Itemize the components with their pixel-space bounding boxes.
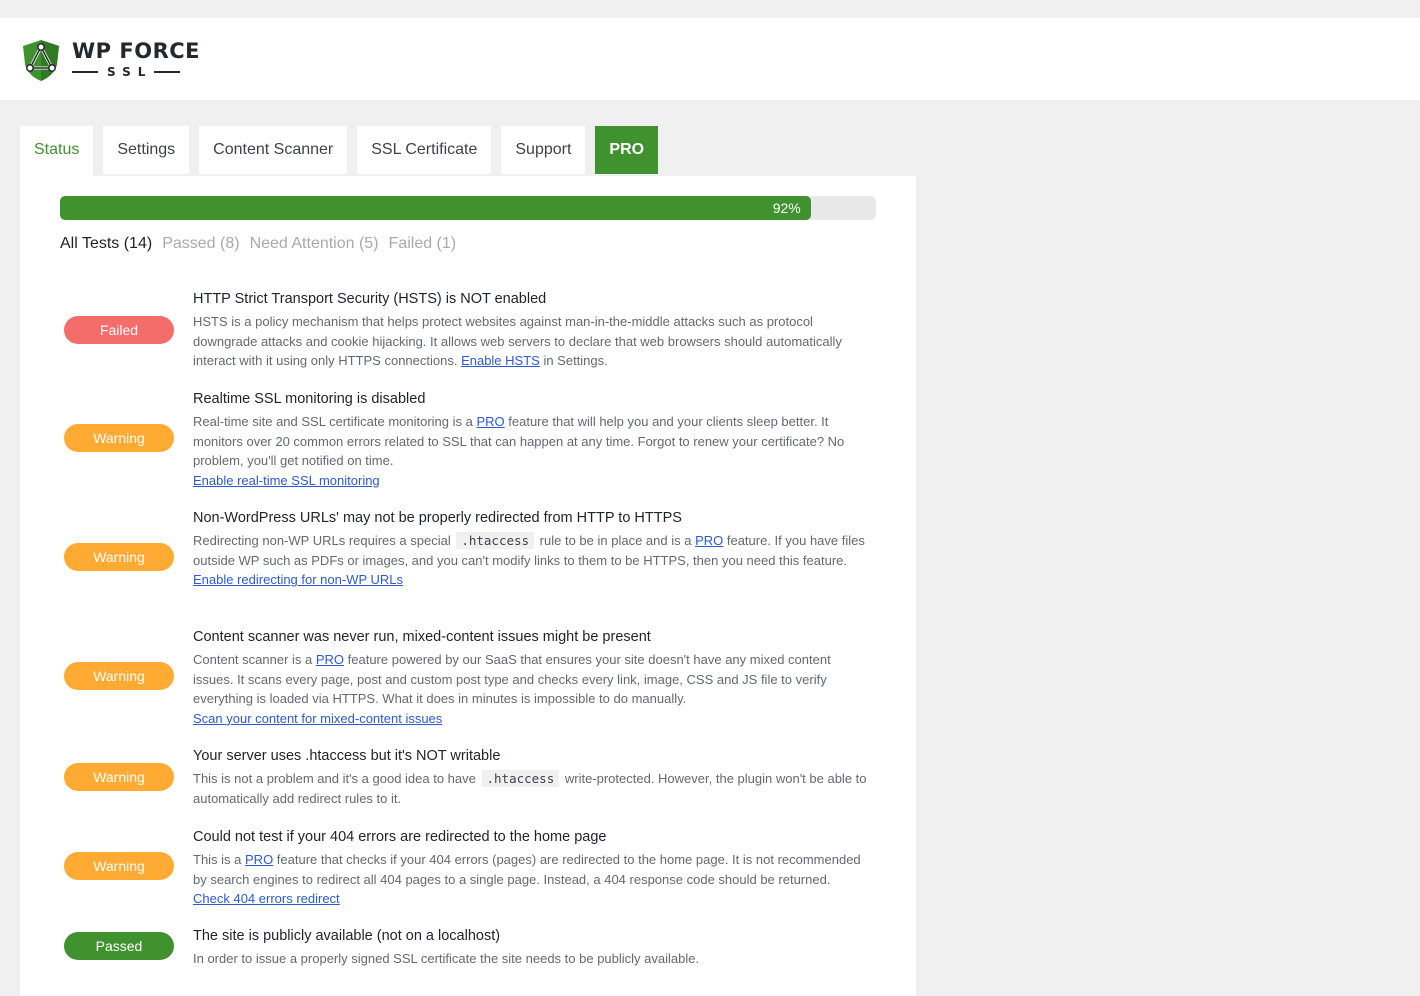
htaccess-code: .htaccess [481,770,560,787]
desc-text: This is not a problem and it's a good id… [193,771,480,786]
test-row-content-scanner: Warning Content scanner was never run, m… [20,628,916,728]
test-title: Realtime SSL monitoring is disabled [193,391,426,407]
tab-pro[interactable]: PRO [595,126,659,174]
test-description: In order to issue a properly signed SSL … [193,951,700,966]
tab-content-scanner[interactable]: Content Scanner [199,126,348,174]
pro-link[interactable]: PRO [245,852,273,867]
test-description: Content scanner is a PRO feature powered… [193,650,873,709]
status-panel: 92% All Tests (14) Passed (8) Need Atten… [20,176,916,996]
enable-non-wp-redirect-link[interactable]: Enable redirecting for non-WP URLs [193,570,873,590]
desc-text: feature that checks if your 404 errors (… [193,852,861,887]
test-row-publicly-available: Passed The site is publicly available (n… [20,927,916,971]
status-badge: Failed [64,316,174,344]
test-row-404-redirect: Warning Could not test if your 404 error… [20,828,916,908]
progress-fill: 92% [60,196,811,220]
test-title: Your server uses .htaccess but it's NOT … [193,748,501,764]
filter-passed[interactable]: Passed (8) [162,234,239,254]
progress-label: 92% [772,200,801,216]
tab-ssl-certificate[interactable]: SSL Certificate [357,126,492,174]
enable-hsts-link[interactable]: Enable HSTS [461,353,540,368]
status-badge: Warning [64,543,174,571]
score-progress-bar: 92% [60,196,876,220]
plugin-header: WP FORCE SSL [0,18,1420,100]
tab-settings[interactable]: Settings [103,126,190,174]
desc-text: Redirecting non-WP URLs requires a speci… [193,533,455,548]
test-description: HSTS is a policy mechanism that helps pr… [193,312,873,371]
test-title: Could not test if your 404 errors are re… [193,829,607,845]
test-description: Redirecting non-WP URLs requires a speci… [193,531,873,570]
main-tabs: Status Settings Content Scanner SSL Cert… [20,126,668,176]
check-404-redirect-link[interactable]: Check 404 errors redirect [193,889,873,909]
logo-divider-right [154,70,181,73]
test-description: This is not a problem and it's a good id… [193,769,873,808]
pro-link[interactable]: PRO [316,652,344,667]
test-row-htaccess-writable: Warning Your server uses .htaccess but i… [20,747,916,807]
test-filters: All Tests (14) Passed (8) Need Attention… [60,234,466,254]
status-badge: Warning [64,424,174,452]
status-badge: Warning [64,852,174,880]
status-badge: Passed [64,932,174,960]
enable-ssl-monitoring-link[interactable]: Enable real-time SSL monitoring [193,471,873,491]
tab-support[interactable]: Support [501,126,586,174]
filter-failed[interactable]: Failed (1) [389,234,457,254]
filter-need-attention[interactable]: Need Attention (5) [250,234,379,254]
pro-link[interactable]: PRO [476,414,504,429]
wp-force-ssl-logo: WP FORCE SSL [20,38,200,82]
test-row-hsts: Failed HTTP Strict Transport Security (H… [20,290,916,370]
desc-text: rule to be in place and is a [536,533,696,548]
test-title: The site is publicly available (not on a… [193,928,501,944]
pro-link[interactable]: PRO [695,533,723,548]
desc-text: Real-time site and SSL certificate monit… [193,414,477,429]
logo-divider-left [72,70,98,73]
htaccess-code: .htaccess [456,532,535,549]
test-description: This is a PRO feature that checks if you… [193,850,873,889]
test-row-non-wp-redirect: Warning Non-WordPress URLs' may not be p… [20,509,916,609]
desc-text: Content scanner is a [193,652,316,667]
logo-subtitle: SSL [107,64,153,79]
shield-logo-icon [23,40,59,81]
desc-text: in Settings. [539,353,608,369]
status-badge: Warning [64,763,174,791]
test-row-ssl-monitoring: Warning Realtime SSL monitoring is disab… [20,390,916,490]
test-description: Real-time site and SSL certificate monit… [193,412,873,471]
status-badge: Warning [64,662,174,690]
test-title: Content scanner was never run, mixed-con… [193,629,651,645]
logo-wordmark: WP FORCE [72,38,200,63]
scan-content-link[interactable]: Scan your content for mixed-content issu… [193,709,873,729]
test-title: Non-WordPress URLs' may not be properly … [193,510,682,526]
desc-text: This is a [193,852,246,867]
filter-all-tests[interactable]: All Tests (14) [60,234,152,254]
tab-status[interactable]: Status [20,126,94,176]
test-title: HTTP Strict Transport Security (HSTS) is… [193,291,547,307]
